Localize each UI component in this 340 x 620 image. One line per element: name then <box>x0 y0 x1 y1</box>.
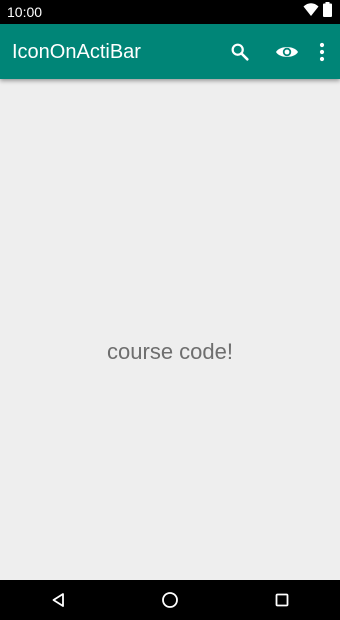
eye-icon[interactable] <box>273 38 301 66</box>
navigation-bar <box>0 580 340 620</box>
status-time: 10:00 <box>7 4 43 20</box>
status-bar: 10:00 <box>0 0 340 24</box>
status-icons <box>303 2 332 22</box>
main-content: course code! <box>0 79 340 580</box>
app-bar: IconOnActiBar <box>0 24 340 79</box>
wifi-icon <box>303 2 319 22</box>
home-icon[interactable] <box>160 590 180 610</box>
center-message: course code! <box>107 339 233 364</box>
app-title: IconOnActiBar <box>12 41 141 63</box>
recents-icon[interactable] <box>272 590 292 610</box>
battery-icon <box>323 2 332 22</box>
overflow-menu-icon[interactable] <box>308 38 336 66</box>
back-icon[interactable] <box>48 590 68 610</box>
search-icon[interactable] <box>226 38 254 66</box>
